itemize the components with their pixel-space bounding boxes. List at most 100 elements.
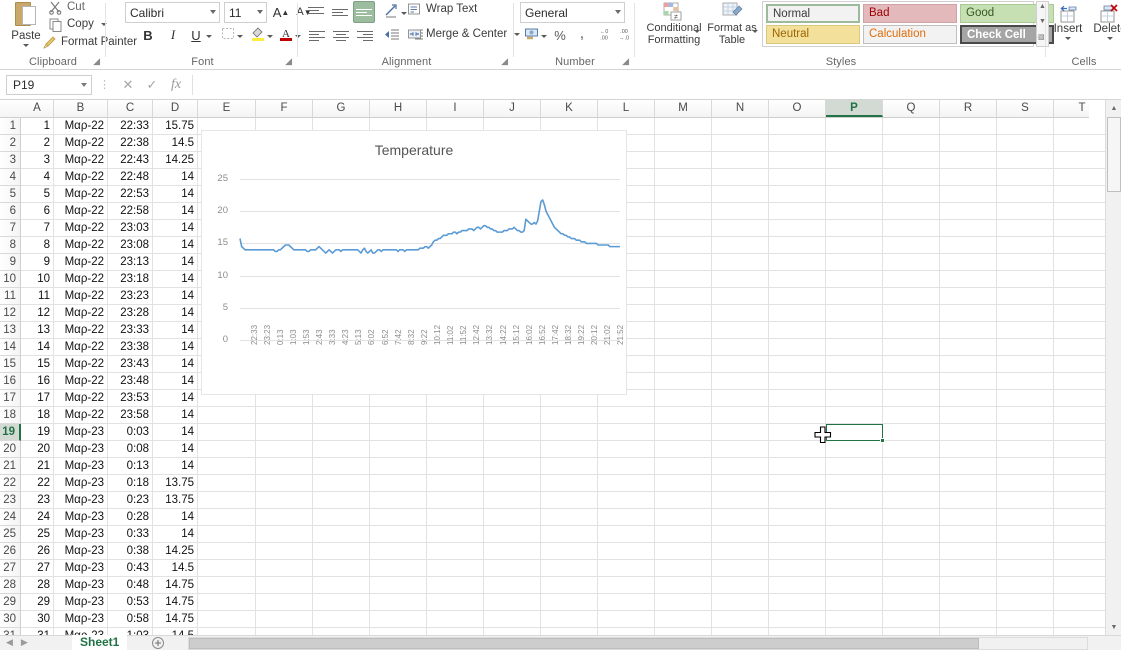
cell-H28[interactable]	[370, 577, 427, 594]
chevron-down-icon[interactable]	[257, 10, 263, 14]
cell-B4[interactable]: Μαρ-22	[54, 169, 108, 186]
bold-button[interactable]: B	[137, 24, 159, 46]
cell-Q15[interactable]	[883, 356, 940, 373]
column-header-G[interactable]: G	[313, 100, 370, 117]
cell-E20[interactable]	[198, 441, 256, 458]
cell-A10[interactable]: 10	[21, 271, 54, 288]
cell-P8[interactable]	[826, 237, 883, 254]
cell-M16[interactable]	[655, 373, 712, 390]
cell-H23[interactable]	[370, 492, 427, 509]
cell-N19[interactable]	[712, 424, 769, 441]
cell-R24[interactable]	[940, 509, 997, 526]
cell-K20[interactable]	[541, 441, 598, 458]
cell-O9[interactable]	[769, 254, 826, 271]
row-header-1[interactable]: 1	[0, 118, 21, 135]
row-header-13[interactable]: 13	[0, 322, 21, 339]
cell-D23[interactable]: 13.75	[153, 492, 198, 509]
cell-C5[interactable]: 22:53	[108, 186, 153, 203]
cell-P13[interactable]	[826, 322, 883, 339]
comma-style-button[interactable]: ,	[571, 22, 593, 44]
cell-H22[interactable]	[370, 475, 427, 492]
cell-J25[interactable]	[484, 526, 541, 543]
cell-S9[interactable]	[997, 254, 1054, 271]
cell-O25[interactable]	[769, 526, 826, 543]
cell-Q10[interactable]	[883, 271, 940, 288]
cell-O15[interactable]	[769, 356, 826, 373]
cell-S25[interactable]	[997, 526, 1054, 543]
row-header-28[interactable]: 28	[0, 577, 21, 594]
cell-O30[interactable]	[769, 611, 826, 628]
cell-N21[interactable]	[712, 458, 769, 475]
cell-R1[interactable]	[940, 118, 997, 135]
cell-M14[interactable]	[655, 339, 712, 356]
cell-T16[interactable]	[1054, 373, 1111, 390]
cell-P23[interactable]	[826, 492, 883, 509]
cell-T25[interactable]	[1054, 526, 1111, 543]
orientation-button[interactable]	[381, 1, 403, 23]
cell-E18[interactable]	[198, 407, 256, 424]
decrease-indent-button[interactable]	[381, 25, 403, 47]
cell-F18[interactable]	[256, 407, 313, 424]
cell-A22[interactable]: 22	[21, 475, 54, 492]
row-header-3[interactable]: 3	[0, 152, 21, 169]
cell-P3[interactable]	[826, 152, 883, 169]
column-header-D[interactable]: D	[153, 100, 198, 117]
add-sheet-button[interactable]	[150, 636, 165, 650]
row-header-18[interactable]: 18	[0, 407, 21, 424]
cell-B21[interactable]: Μαρ-23	[54, 458, 108, 475]
cell-D1[interactable]: 15.75	[153, 118, 198, 135]
cell-D2[interactable]: 14.5	[153, 135, 198, 152]
cell-M19[interactable]	[655, 424, 712, 441]
underline-dropdown-caret-icon[interactable]	[206, 35, 212, 38]
cell-D15[interactable]: 14	[153, 356, 198, 373]
column-header-O[interactable]: O	[769, 100, 826, 117]
cell-H24[interactable]	[370, 509, 427, 526]
cell-C10[interactable]: 23:18	[108, 271, 153, 288]
cell-E27[interactable]	[198, 560, 256, 577]
conditional-formatting-caret-icon[interactable]	[694, 30, 700, 33]
cell-G28[interactable]	[313, 577, 370, 594]
italic-button[interactable]: I	[162, 24, 184, 46]
cell-styles-gallery[interactable]: Normal Bad Good Neutral Calculation Chec…	[762, 1, 1034, 47]
cell-I30[interactable]	[427, 611, 484, 628]
cell-B13[interactable]: Μαρ-22	[54, 322, 108, 339]
cell-L30[interactable]	[598, 611, 655, 628]
cell-F30[interactable]	[256, 611, 313, 628]
cell-Q1[interactable]	[883, 118, 940, 135]
scroll-up-button[interactable]: ▲	[1107, 100, 1121, 116]
cell-B31[interactable]: Μαρ-23	[54, 628, 108, 635]
confirm-entry-button[interactable]: ✓	[140, 74, 164, 96]
cell-M9[interactable]	[655, 254, 712, 271]
cell-A2[interactable]: 2	[21, 135, 54, 152]
cell-A6[interactable]: 6	[21, 203, 54, 220]
font-color-button[interactable]: A	[275, 24, 297, 46]
cell-O6[interactable]	[769, 203, 826, 220]
cell-B9[interactable]: Μαρ-22	[54, 254, 108, 271]
cell-S14[interactable]	[997, 339, 1054, 356]
cell-Q29[interactable]	[883, 594, 940, 611]
cell-T5[interactable]	[1054, 186, 1111, 203]
cell-G20[interactable]	[313, 441, 370, 458]
cell-E23[interactable]	[198, 492, 256, 509]
cell-I28[interactable]	[427, 577, 484, 594]
cell-M10[interactable]	[655, 271, 712, 288]
cell-G27[interactable]	[313, 560, 370, 577]
cell-O16[interactable]	[769, 373, 826, 390]
cell-R9[interactable]	[940, 254, 997, 271]
cell-G30[interactable]	[313, 611, 370, 628]
cell-O4[interactable]	[769, 169, 826, 186]
cell-M25[interactable]	[655, 526, 712, 543]
cell-H27[interactable]	[370, 560, 427, 577]
alignment-dialog-launcher[interactable]: ◢	[501, 56, 508, 67]
cell-R28[interactable]	[940, 577, 997, 594]
cell-E29[interactable]	[198, 594, 256, 611]
cell-T15[interactable]	[1054, 356, 1111, 373]
cell-R13[interactable]	[940, 322, 997, 339]
cell-L21[interactable]	[598, 458, 655, 475]
cell-O14[interactable]	[769, 339, 826, 356]
clipboard-dialog-launcher[interactable]: ◢	[93, 56, 100, 67]
cell-J27[interactable]	[484, 560, 541, 577]
cell-P26[interactable]	[826, 543, 883, 560]
cell-A11[interactable]: 11	[21, 288, 54, 305]
cell-G19[interactable]	[313, 424, 370, 441]
